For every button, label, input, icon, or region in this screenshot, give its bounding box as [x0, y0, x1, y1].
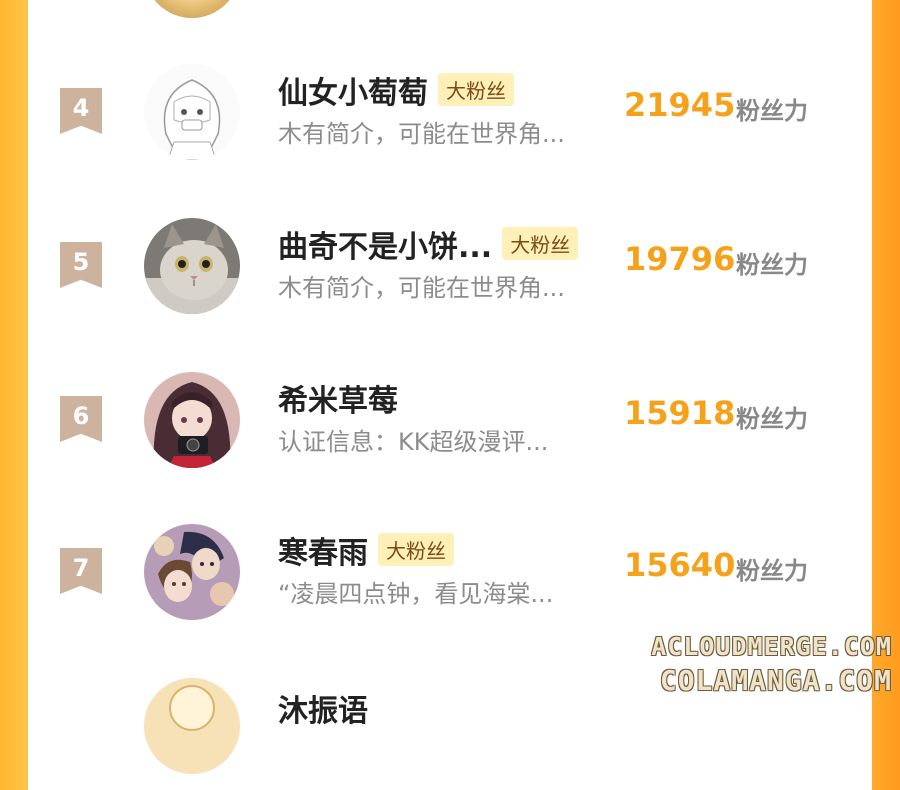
avatar[interactable]: [144, 372, 240, 468]
rank-badge: 4: [60, 88, 102, 134]
user-description: “凌晨四点钟，看见海棠...: [278, 580, 554, 608]
rank-badge: 6: [60, 396, 102, 442]
user-name-line[interactable]: 仙女小萄萄 大粉丝: [278, 68, 514, 112]
user-name[interactable]: 沐振语: [278, 694, 368, 729]
rank-badge: 7: [60, 548, 102, 594]
user-name-line[interactable]: 沐振语: [278, 686, 368, 730]
fan-level-badge: 大粉丝: [438, 73, 514, 106]
fan-power-unit: 粉丝力: [736, 557, 808, 585]
avatar[interactable]: [144, 0, 240, 18]
fan-power-score: 19796: [624, 240, 736, 278]
fan-level-badge: 大粉丝: [502, 227, 579, 260]
user-description: 认证信息：KK超级漫评...: [278, 428, 549, 456]
fan-power-unit: 粉丝力: [736, 251, 808, 279]
avatar[interactable]: [144, 64, 240, 160]
user-name-line[interactable]: 寒春雨 大粉丝: [278, 528, 454, 572]
user-name[interactable]: 希米草莓: [278, 384, 398, 419]
ranking-row-7[interactable]: 7 寒春雨 大粉丝 “凌晨四点钟，看见海棠... 15640 粉丝力: [28, 524, 872, 636]
ranking-row-5[interactable]: 5 曲奇不是小饼... 大粉丝 木有简介，可能在世界角... 19796 粉丝力: [28, 218, 872, 330]
user-name-line[interactable]: 希米草莓: [278, 376, 398, 420]
fan-power-score: 15640: [624, 546, 736, 584]
fan-power-score: 15918: [624, 394, 736, 432]
ranking-row-6[interactable]: 6 希米草莓 认证信息：KK超级漫评... 15918 粉丝力: [28, 372, 872, 484]
anime-couple-avatar-icon: [144, 524, 240, 620]
cat-avatar-icon: [144, 218, 240, 314]
user-description: 木有简介，可能在世界角...: [278, 274, 565, 302]
fan-power-unit: 粉丝力: [736, 405, 808, 433]
anime-girl-avatar-icon: [144, 372, 240, 468]
fan-ranking-list: 4 仙女小萄萄 大粉丝 木有简介，可能在世界角... 21945 粉丝力 5 曲…: [28, 0, 872, 774]
cartoon-avatar-icon: [144, 678, 240, 774]
fan-level-badge: 大粉丝: [378, 533, 454, 566]
user-name-line[interactable]: 曲奇不是小饼... 大粉丝: [278, 222, 579, 266]
rank-badge: 5: [60, 242, 102, 288]
sketch-girl-avatar-icon: [144, 64, 240, 160]
user-name[interactable]: 寒春雨: [278, 536, 368, 571]
watermark-line-2: COLAMANGA.COM: [659, 664, 892, 697]
ranking-row-4[interactable]: 4 仙女小萄萄 大粉丝 木有简介，可能在世界角... 21945 粉丝力: [28, 64, 872, 176]
avatar[interactable]: [144, 218, 240, 314]
watermark-line-1: ACLOUDMERGE.COM: [651, 632, 892, 661]
fan-power-unit: 粉丝力: [736, 97, 808, 125]
user-name[interactable]: 曲奇不是小饼...: [278, 230, 492, 265]
avatar[interactable]: [144, 678, 240, 774]
avatar[interactable]: [144, 524, 240, 620]
user-description: 木有简介，可能在世界角...: [278, 120, 565, 148]
fan-power-score: 21945: [624, 86, 736, 124]
user-name[interactable]: 仙女小萄萄: [278, 76, 428, 111]
